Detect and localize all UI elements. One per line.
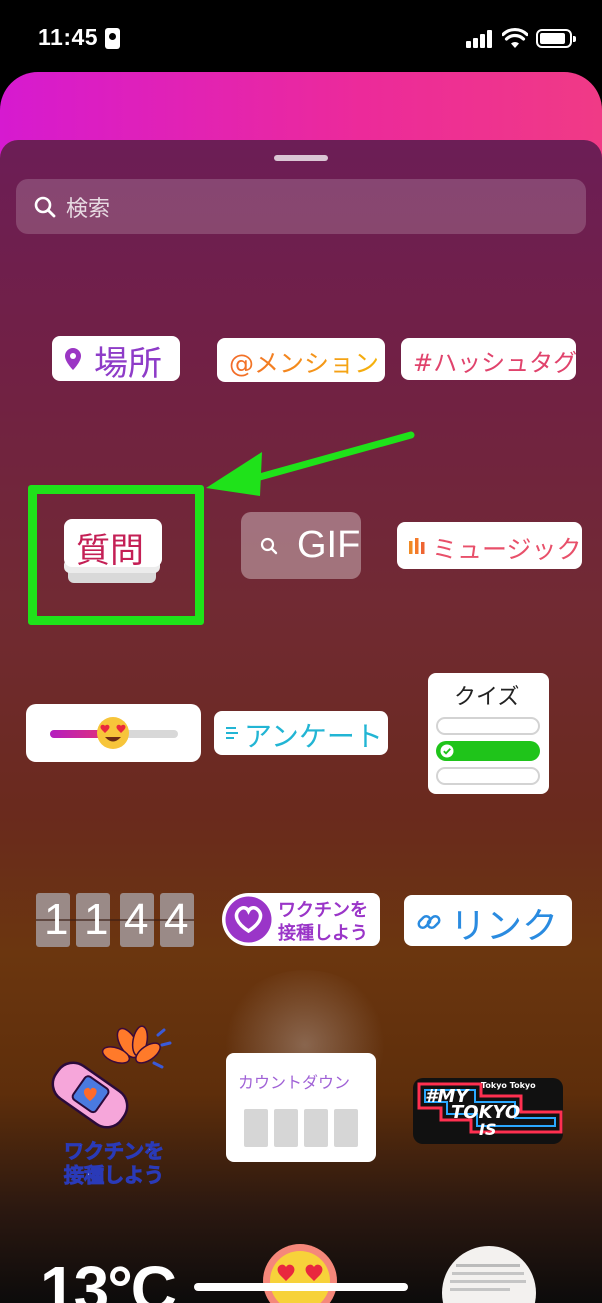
vaccine-badge-line2: 接種しよう — [278, 923, 368, 944]
music-sticker[interactable]: ミュージック — [397, 522, 582, 569]
hashtag-sticker[interactable]: #ハッシュタグ — [401, 338, 578, 380]
bandage-flower-icon — [51, 1025, 172, 1129]
temperature-sticker[interactable]: 13°C — [40, 1252, 177, 1303]
vaccine-art-sticker[interactable]: ワクチンを 接種しよう — [48, 1025, 178, 1188]
poll-lines-icon — [226, 727, 238, 739]
heart-eyes-emoji-icon — [97, 717, 129, 749]
clock-digit: 1 — [44, 895, 69, 944]
home-indicator[interactable] — [194, 1283, 408, 1291]
cellular-signal-icon — [466, 30, 494, 48]
quiz-label: クイズ — [454, 685, 520, 710]
music-bars-icon — [409, 538, 425, 554]
question-label: 質問 — [76, 531, 144, 571]
music-label: ミュージック — [432, 535, 582, 564]
sheet-grabber[interactable] — [274, 155, 328, 161]
heart-eyes-emoji-icon[interactable] — [262, 1243, 338, 1303]
battery-icon — [536, 29, 576, 48]
status-bar: 11:45 — [0, 0, 602, 72]
gif-label: GIF — [297, 524, 361, 566]
poll-sticker[interactable]: アンケート — [214, 711, 388, 755]
clock-digit: 1 — [84, 895, 109, 944]
quiz-option-selected — [436, 741, 540, 761]
heart-badge-icon — [225, 896, 272, 943]
question-sticker[interactable]: 質問 — [64, 519, 164, 585]
tokyo-tag: Tokyo Tokyo — [481, 1081, 536, 1090]
search-icon — [260, 537, 278, 555]
gif-sticker[interactable]: GIF — [241, 512, 361, 579]
search-input[interactable]: 検索 — [16, 179, 586, 234]
portrait-lock-icon — [105, 28, 120, 49]
clock-sticker[interactable]: 1 1 4 4 — [36, 893, 194, 947]
mention-label: @メンション — [229, 344, 379, 380]
clock-digit: 4 — [164, 895, 189, 944]
vaccine-art-line2: 接種しよう — [64, 1163, 165, 1188]
annotation-arrow-icon — [206, 431, 415, 496]
location-pin-icon — [65, 348, 81, 370]
check-icon — [440, 744, 454, 758]
tokyo-line3: IS — [479, 1120, 497, 1139]
quiz-option — [436, 717, 540, 735]
emoji-slider-sticker[interactable] — [26, 704, 201, 762]
quiz-sticker[interactable]: クイズ — [428, 673, 549, 794]
link-sticker[interactable]: リンク — [404, 895, 572, 947]
tokyo-sticker[interactable]: Tokyo Tokyo #MY TOKYO IS — [411, 1072, 567, 1152]
link-icon — [417, 914, 441, 930]
wifi-icon — [502, 27, 528, 48]
poll-label: アンケート — [244, 720, 383, 753]
location-sticker[interactable]: 場所 — [52, 336, 180, 384]
countdown-label: カウントダウン — [238, 1073, 351, 1092]
hashtag-label: #ハッシュタグ — [413, 349, 578, 377]
link-label: リンク — [450, 906, 559, 947]
vaccine-badge-sticker[interactable]: ワクチンを 接種しよう — [222, 893, 380, 946]
mention-sticker[interactable]: @メンション — [217, 338, 385, 382]
quiz-option — [436, 767, 540, 785]
status-time: 11:45 — [38, 24, 99, 50]
location-label: 場所 — [94, 344, 162, 384]
clock-digit: 4 — [124, 895, 149, 944]
search-placeholder: 検索 — [66, 197, 111, 222]
countdown-sticker[interactable]: カウントダウン — [226, 1053, 376, 1162]
search-icon — [34, 196, 56, 218]
